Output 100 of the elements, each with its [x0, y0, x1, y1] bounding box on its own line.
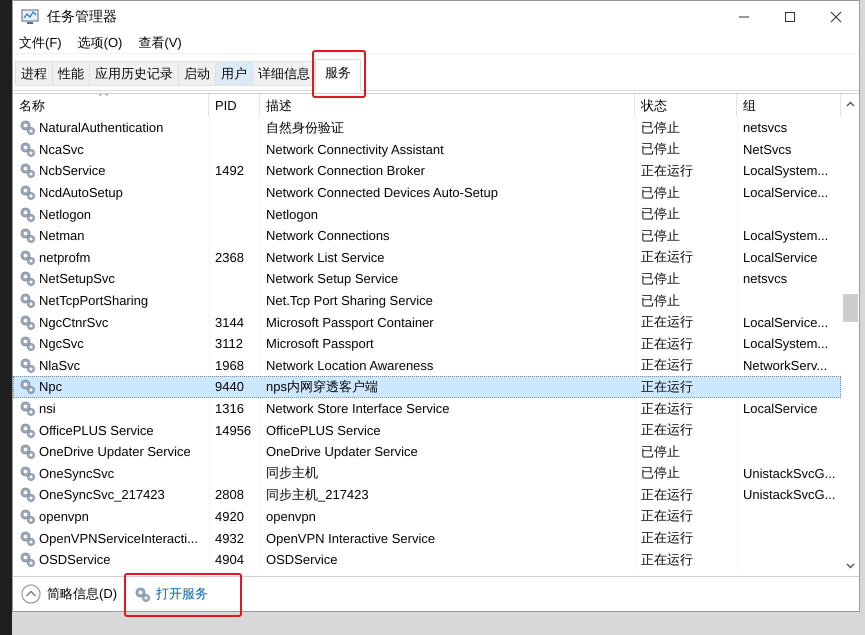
tab[interactable]: 性能 [52, 61, 89, 86]
chevron-up-circle-icon [21, 584, 41, 604]
window-title: 任务管理器 [47, 8, 117, 26]
table-cell: Microsoft Passport Container [266, 314, 434, 330]
table-cell: Network Store Interface Service [266, 401, 450, 416]
table-cell: NetSvcs [743, 142, 792, 157]
table-cell: Microsoft Passport [266, 336, 374, 352]
table-cell: OfficePLUS Service [39, 422, 154, 438]
menu-item[interactable]: 文件(F) [19, 34, 68, 52]
column-header[interactable]: 描述 [266, 98, 292, 113]
table-cell: NetTcpPortSharing [39, 293, 148, 308]
table-cell: 已停止 [641, 442, 680, 461]
table-cell: LocalSystem... [743, 228, 828, 244]
table-cell: Net.Tcp Port Sharing Service [266, 293, 433, 308]
table-cell: OpenVPNServiceInteracti... [39, 530, 198, 546]
table-cell: LocalSystem... [743, 336, 828, 352]
table-cell: 正在运行 [641, 421, 693, 440]
tab[interactable]: 进程 [15, 61, 52, 86]
tab[interactable]: 应用历史记录 [89, 61, 178, 86]
tab[interactable]: 用户 [215, 61, 252, 86]
table-cell: 已停止 [641, 292, 680, 310]
column-header[interactable]: PID [215, 98, 237, 113]
table-cell: NcaSvc [39, 142, 84, 157]
tab[interactable]: 服务 [315, 59, 361, 91]
table-cell: NaturalAuthentication [39, 120, 164, 136]
table-cell: NlaSvc [39, 358, 80, 373]
fewer-details-button[interactable]: 简略信息(D) [21, 584, 118, 604]
menu-item[interactable]: 查看(V) [138, 34, 188, 52]
gear-icon [19, 356, 36, 374]
caret-down-icon [846, 563, 854, 569]
table-cell: 已停止 [641, 118, 680, 137]
table-cell: 已停止 [641, 270, 680, 288]
gear-icon [19, 206, 36, 223]
gear-icon [19, 464, 36, 482]
table-cell: OSDService [266, 552, 338, 568]
gear-icon [19, 486, 36, 504]
column-header[interactable]: 状态 [641, 98, 667, 113]
table-cell: Netman [39, 228, 85, 244]
gear-icon [19, 119, 36, 136]
table-cell: Npc [39, 379, 62, 394]
gear-icon [19, 292, 36, 310]
table-cell: Network List Service [266, 250, 384, 265]
table-cell: Network Connectivity Assistant [266, 142, 444, 157]
table-cell: LocalSystem... [743, 163, 828, 178]
table-cell: 正在运行 [641, 313, 693, 332]
table-cell: NgcSvc [39, 336, 84, 352]
gear-icon [19, 248, 36, 266]
table-cell: 3112 [215, 336, 243, 352]
table-cell: 正在运行 [641, 162, 693, 180]
gear-icon [19, 314, 36, 331]
table-cell: netsvcs [743, 120, 788, 136]
gear-icon [19, 443, 36, 460]
gear-icon [19, 530, 36, 547]
table-cell: 自然身份验证 [266, 118, 344, 137]
column-header[interactable]: 名称 [19, 98, 45, 113]
table-cell: NgcCtnrSvc [39, 314, 108, 330]
table-cell: OfficePLUS Service [266, 422, 381, 438]
table-cell: NetSetupSvc [39, 271, 115, 286]
table-cell: 同步主机_217423 [266, 486, 369, 504]
table-row[interactable]: Npc 9440 nps内网穿透客户端 正在运行 [13, 376, 841, 398]
open-services-link[interactable]: 打开服务 [134, 585, 208, 603]
table-cell: 2808 [215, 487, 244, 502]
gear-icon [19, 378, 36, 396]
table-cell: Network Connected Devices Auto-Setup [266, 185, 498, 200]
column-header[interactable]: 组 [743, 98, 756, 113]
table-cell: 4932 [215, 530, 244, 546]
gear-icon [19, 508, 36, 525]
gear-icon [19, 270, 36, 288]
table-cell: 正在运行 [641, 550, 693, 569]
table-cell: 正在运行 [641, 400, 693, 418]
table-cell: OneDrive Updater Service [39, 444, 191, 460]
tab[interactable]: 启动 [178, 61, 215, 86]
table-cell: LocalService... [743, 185, 828, 200]
tab[interactable]: 详细信息 [252, 61, 315, 86]
table-cell: 已停止 [641, 226, 680, 245]
table-cell: 4920 [215, 508, 244, 524]
table-cell: 2368 [215, 250, 244, 265]
table-cell: 1492 [215, 163, 244, 178]
gear-icon [19, 422, 36, 439]
table-cell: NetworkServ... [743, 358, 828, 373]
table-cell: NcdAutoSetup [39, 185, 123, 200]
gear-icon [19, 335, 36, 352]
table-cell: 14956 [215, 422, 252, 438]
gear-icon [19, 551, 36, 568]
table-cell: 正在运行 [641, 248, 693, 266]
table-cell: UnistackSvcG... [743, 487, 836, 502]
table-cell: 正在运行 [641, 378, 693, 396]
table-cell: Network Location Awareness [266, 358, 434, 373]
scrollbar-thumb[interactable] [842, 294, 858, 322]
table-cell: 1316 [215, 401, 244, 416]
table-cell: LocalService [743, 401, 818, 416]
table-cell: 3144 [215, 314, 244, 330]
monitor-chart-icon [21, 9, 39, 25]
table-cell: 1968 [215, 358, 244, 373]
table-cell: 已停止 [641, 205, 680, 224]
menu-item[interactable]: 选项(O) [78, 34, 128, 52]
table-cell: OneSyncSvc_217423 [39, 487, 165, 502]
table-cell: 正在运行 [641, 486, 693, 504]
gear-icon [19, 140, 36, 158]
table-cell: OSDService [39, 552, 111, 568]
